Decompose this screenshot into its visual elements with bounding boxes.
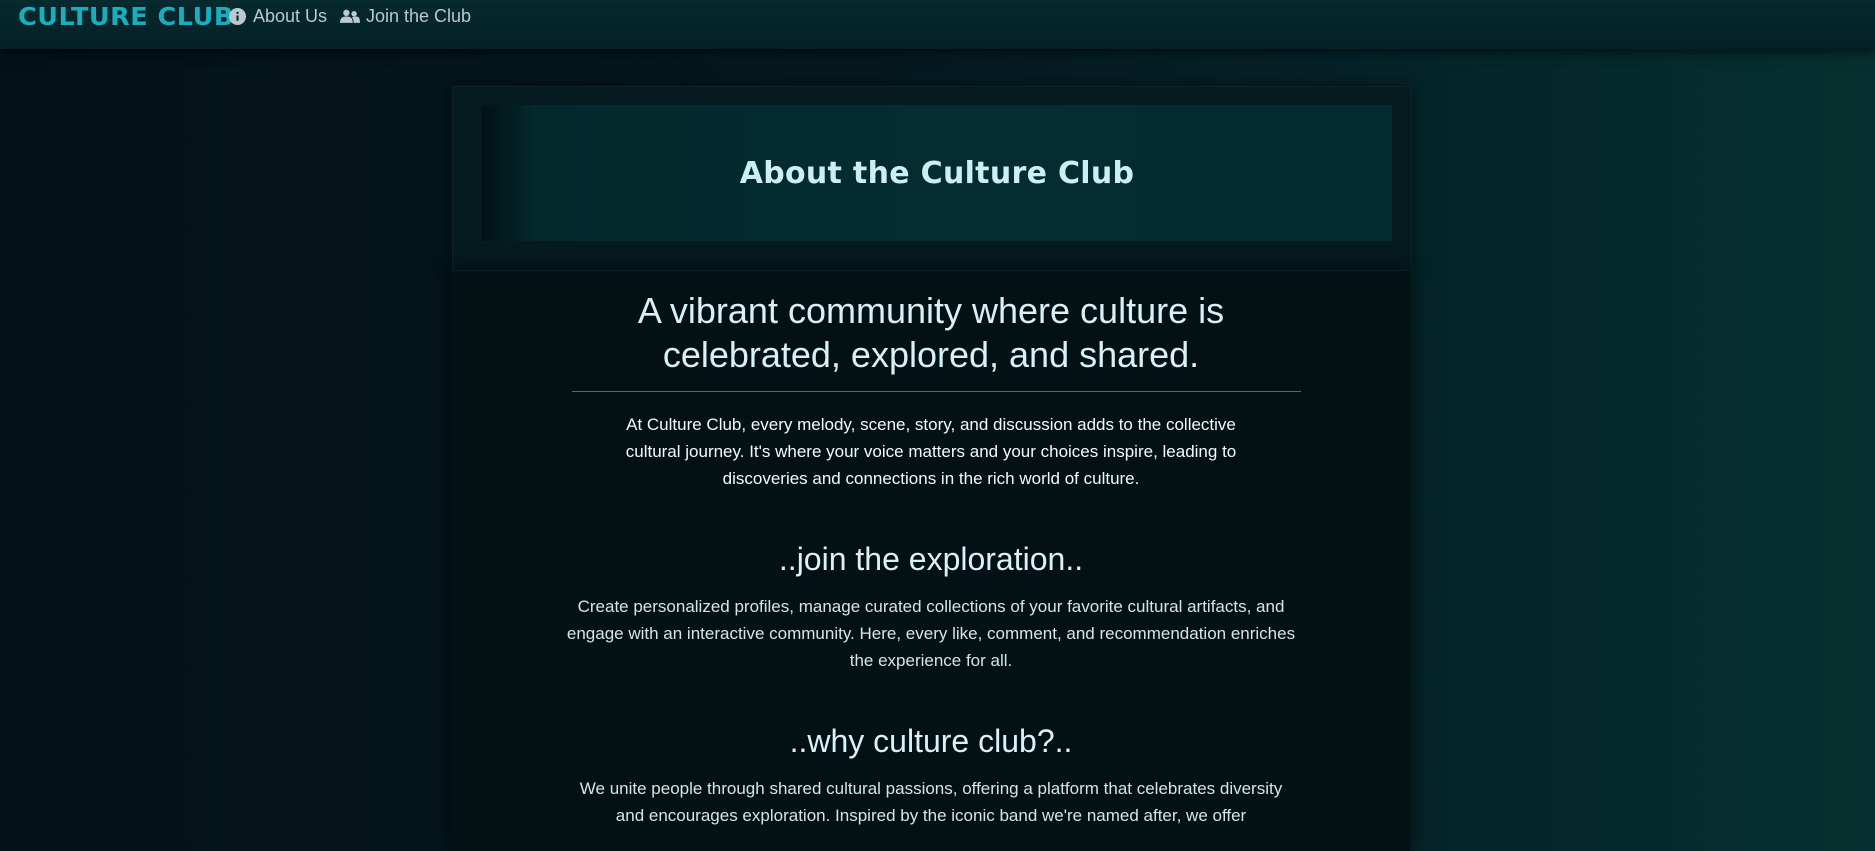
users-icon bbox=[340, 7, 360, 27]
section-paragraph: Create personalized profiles, manage cur… bbox=[566, 597, 1296, 670]
section-text-why-culture-club: We unite people through shared cultural … bbox=[452, 775, 1410, 829]
about-content-card: A vibrant community where culture is cel… bbox=[452, 270, 1410, 851]
info-circle-icon bbox=[227, 7, 247, 27]
top-navbar: CULTURE CLUB About Us Join the Club bbox=[0, 0, 1875, 49]
tagline-heading: A vibrant community where culture is cel… bbox=[452, 289, 1410, 377]
intro-paragraph: At Culture Club, every melody, scene, st… bbox=[452, 411, 1410, 492]
page-title: About the Culture Club bbox=[739, 155, 1135, 191]
nav-link-label: About Us bbox=[253, 6, 328, 26]
section-title-join-exploration: ..join the exploration.. bbox=[778, 541, 1084, 577]
nav-link-label: Join the Club bbox=[366, 6, 472, 26]
nav-link-join-the-club[interactable]: Join the Club bbox=[340, 6, 471, 27]
header-banner: About the Culture Club bbox=[482, 105, 1392, 241]
divider bbox=[572, 391, 1301, 392]
intro-text: At Culture Club, every melody, scene, st… bbox=[625, 415, 1237, 488]
nav-link-about-us[interactable]: About Us bbox=[227, 6, 327, 27]
section-paragraph: We unite people through shared cultural … bbox=[579, 779, 1283, 825]
section-title-why-culture-club: ..why culture club?.. bbox=[789, 723, 1073, 759]
section-text-join-exploration: Create personalized profiles, manage cur… bbox=[452, 593, 1410, 674]
brand-logo[interactable]: CULTURE CLUB bbox=[18, 2, 234, 31]
tagline-text: A vibrant community where culture is cel… bbox=[637, 290, 1225, 375]
